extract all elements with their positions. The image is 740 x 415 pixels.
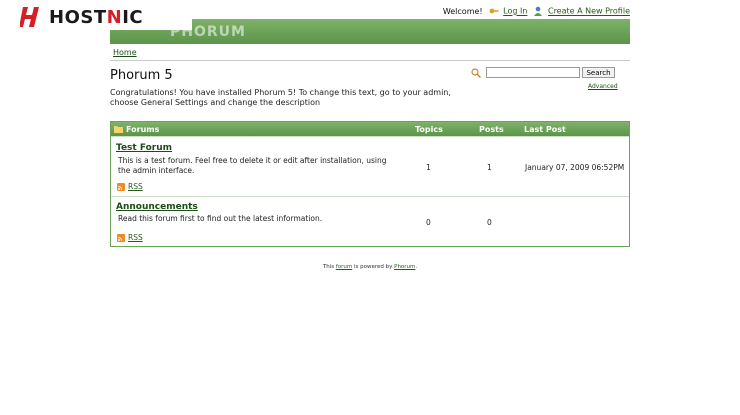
- login-link[interactable]: Log In: [503, 7, 527, 16]
- advanced-search-link[interactable]: Advanced: [588, 83, 618, 90]
- footer-forum-link[interactable]: forum: [336, 264, 352, 270]
- last-post-date: January 07, 2009 06:52PM: [525, 163, 625, 172]
- posts-count: 0: [487, 218, 492, 227]
- rss-icon: [117, 233, 125, 242]
- hostnic-logo-icon: [20, 5, 42, 29]
- magnifier-icon: [471, 68, 481, 78]
- posts-count: 1: [487, 163, 492, 172]
- search-button[interactable]: Search: [582, 67, 615, 78]
- search-input[interactable]: [486, 67, 580, 78]
- page-title: Phorum 5: [110, 68, 173, 83]
- breadcrumb: Home: [110, 44, 630, 61]
- forum-link-test-forum[interactable]: Test Forum: [116, 143, 172, 153]
- welcome-text: Welcome!: [442, 6, 483, 16]
- forum-description: Read this forum first to find out the la…: [118, 214, 323, 223]
- folder-icon: [114, 126, 123, 133]
- table-row: Announcements Read this forum first to f…: [111, 196, 629, 246]
- col-posts: Posts: [479, 125, 504, 134]
- rss-icon: [117, 182, 125, 191]
- footer-phorum-link[interactable]: Phorum: [394, 264, 415, 270]
- table-row: Test Forum This is a test forum. Feel fr…: [111, 136, 629, 196]
- powered-by-footer: This forum is powered by Phorum.: [322, 264, 418, 270]
- rss-link[interactable]: RSS: [128, 182, 143, 191]
- table-header: Forums Topics Posts Last Post: [111, 122, 629, 136]
- key-icon: [489, 8, 499, 14]
- breadcrumb-home-link[interactable]: Home: [113, 48, 137, 57]
- create-profile-link[interactable]: Create A New Profile: [548, 7, 630, 16]
- forum-list-table: Forums Topics Posts Last Post Test Forum…: [110, 121, 630, 247]
- forum-link-announcements[interactable]: Announcements: [116, 202, 198, 212]
- brand-name: HOSTNIC: [49, 6, 144, 28]
- page-description: Congratulations! You have installed Phor…: [110, 88, 451, 107]
- rss-link[interactable]: RSS: [128, 233, 143, 242]
- brand-logo: HOSTNIC: [20, 4, 192, 30]
- topics-count: 0: [426, 218, 431, 227]
- col-topics: Topics: [415, 125, 443, 134]
- topics-count: 1: [426, 163, 431, 172]
- forum-description: This is a test forum. Feel free to delet…: [118, 156, 387, 175]
- user-icon: [534, 6, 543, 16]
- col-forums: Forums: [126, 125, 160, 134]
- col-last-post: Last Post: [524, 125, 566, 134]
